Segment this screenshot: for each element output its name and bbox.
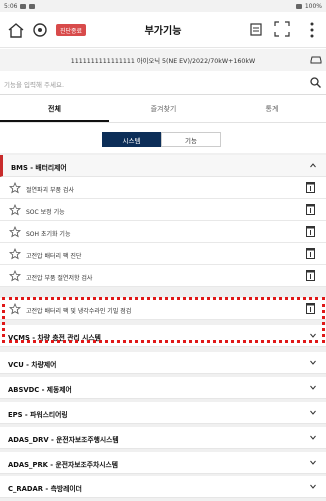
chevron-down-icon (310, 435, 316, 440)
scan-icon[interactable] (274, 21, 290, 37)
vehicle-info-bar: 1111111111111111 아이오닉 5(NE EV)/2022/70kW… (0, 49, 326, 71)
section-label: BMS - 배터리제어 (11, 164, 67, 172)
chevron-down-icon (310, 360, 316, 365)
tab-statistics[interactable]: 통계 (218, 96, 326, 122)
guide-document-icon[interactable] (306, 204, 315, 215)
chevron-down-icon (310, 484, 316, 489)
section-label: ABSVDC - 제동제어 (8, 386, 72, 394)
tab-favorites[interactable]: 즐겨찾기 (109, 96, 218, 122)
wifi-icon (295, 3, 302, 9)
status-time: 5:06 (4, 2, 18, 10)
guide-document-icon[interactable] (306, 182, 315, 193)
item-label: SOC 보정 기능 (26, 209, 65, 216)
section-label: EPS - 파워스티어링 (8, 411, 68, 419)
list-item[interactable]: 고전압 배터리 팩 진단 (0, 243, 326, 265)
list-item[interactable]: SOH 초기화 기능 (0, 221, 326, 243)
guide-document-icon[interactable] (306, 226, 315, 237)
search-icon[interactable] (310, 77, 321, 88)
status-bar: 5:06 100% (0, 0, 326, 12)
tab-all[interactable]: 전체 (0, 96, 109, 122)
vehicle-info: 1111111111111111 아이오닉 5(NE EV)/2022/70kW… (70, 58, 256, 65)
favorite-star-icon[interactable] (9, 182, 21, 194)
favorite-star-icon[interactable] (9, 204, 21, 216)
section-label: ADAS_DRV - 운전자보조주행시스템 (8, 436, 119, 444)
app-bar: 진단종료 부가기능 (0, 12, 326, 48)
section-c-radar[interactable]: C_RADAR - 측방레이더 (0, 476, 326, 498)
list-item[interactable]: 고전압 부품 절연저항 검사 (0, 265, 326, 287)
item-label: SOH 초기화 기능 (26, 231, 71, 238)
chevron-down-icon (310, 410, 316, 415)
favorite-star-icon[interactable] (9, 248, 21, 260)
chevron-down-icon (310, 385, 316, 390)
more-menu-icon[interactable] (309, 21, 315, 39)
section-adas-prk[interactable]: ADAS_PRK - 운전자보조주차시스템 (0, 452, 326, 474)
search-bar[interactable]: 기능을 입력해 주세요. (0, 71, 326, 95)
chevron-down-icon (310, 460, 316, 465)
item-label: 고전압 배터리 팩 진단 (26, 253, 82, 260)
document-icon[interactable] (249, 22, 263, 36)
segment-system[interactable]: 시스템 (102, 132, 161, 147)
tab-bar: 전체 즐겨찾기 통계 (0, 96, 326, 122)
divider (0, 122, 326, 123)
notification-icon (20, 3, 27, 9)
battery-level: 100% (304, 2, 322, 10)
item-label: 절연파괴 부품 검사 (26, 187, 74, 194)
guide-document-icon[interactable] (306, 270, 315, 281)
guide-document-icon[interactable] (306, 248, 315, 259)
highlight-box (2, 297, 325, 343)
list-item[interactable]: SOC 보정 기능 (0, 199, 326, 221)
list-item[interactable]: 절연파괴 부품 검사 (0, 177, 326, 199)
search-input[interactable]: 기능을 입력해 주세요. (4, 79, 64, 89)
segment-function[interactable]: 기능 (161, 132, 221, 147)
chevron-up-icon (310, 163, 316, 168)
car-icon[interactable] (310, 53, 322, 65)
notification-icon (29, 3, 36, 9)
section-label: VCU - 차량제어 (8, 361, 57, 369)
section-label: C_RADAR - 측방레이더 (8, 485, 82, 493)
section-label: ADAS_PRK - 운전자보조주차시스템 (8, 461, 119, 469)
item-label: 고전압 부품 절연저항 검사 (26, 275, 93, 282)
section-absvdc[interactable]: ABSVDC - 제동제어 (0, 377, 326, 399)
favorite-star-icon[interactable] (9, 226, 21, 238)
section-adas-drv[interactable]: ADAS_DRV - 운전자보조주행시스템 (0, 427, 326, 449)
section-eps[interactable]: EPS - 파워스티어링 (0, 402, 326, 424)
section-bms[interactable]: BMS - 배터리제어 (0, 155, 326, 177)
section-vcu[interactable]: VCU - 차량제어 (0, 352, 326, 374)
favorite-star-icon[interactable] (9, 270, 21, 282)
